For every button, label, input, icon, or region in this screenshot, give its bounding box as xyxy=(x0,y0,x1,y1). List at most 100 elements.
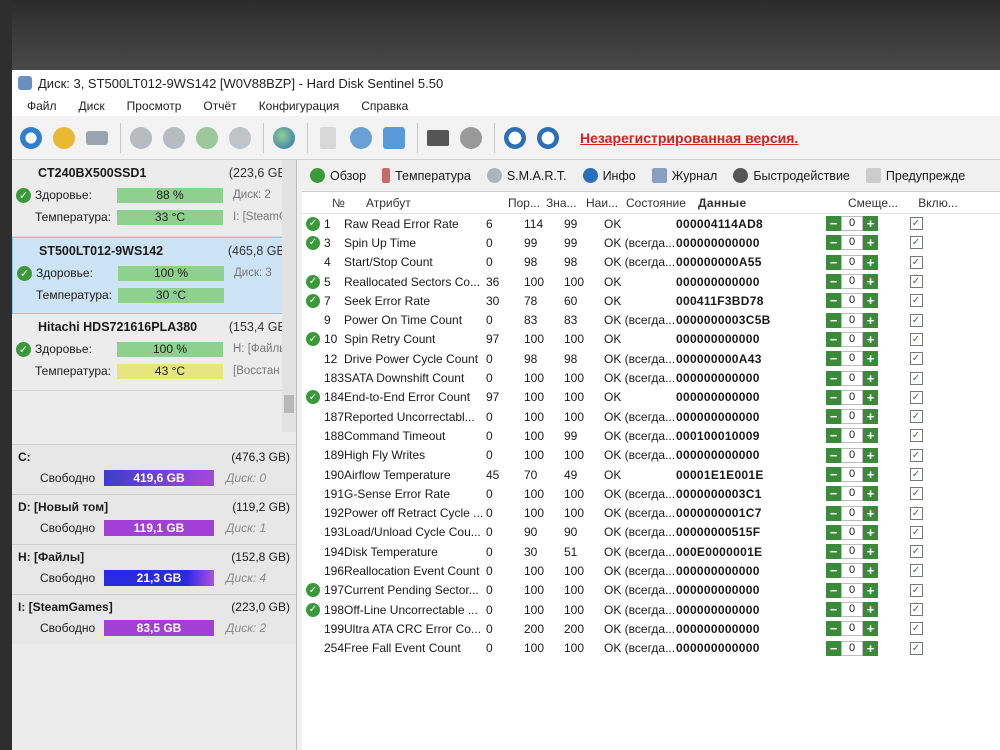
increment-button[interactable]: + xyxy=(863,467,878,482)
increment-button[interactable]: + xyxy=(863,447,878,463)
col-enabled[interactable]: Вклю... xyxy=(918,196,958,210)
partition-item[interactable]: H: [Файлы] (152,8 GB) Свободно 21,3 GB Диск… xyxy=(12,544,296,594)
tab-overview[interactable]: Обзор xyxy=(302,160,374,192)
col-attribute[interactable]: Атрибут xyxy=(366,196,508,210)
table-row[interactable]: 199 Ultra ATA CRC Error Co... 0 200 200 OK (в… xyxy=(302,619,1000,638)
disk-list-scrollbar[interactable] xyxy=(282,160,296,432)
offset-value[interactable]: 0 xyxy=(841,235,863,251)
decrement-button[interactable]: − xyxy=(826,312,841,328)
offset-value[interactable]: 0 xyxy=(841,428,863,444)
tab-smart[interactable]: S.M.A.R.T. xyxy=(479,160,575,192)
enabled-checkbox[interactable]: ✓ xyxy=(909,468,923,481)
offset-value[interactable]: 0 xyxy=(841,389,863,405)
table-row[interactable]: 190 Airflow Temperature 45 70 49 OK 00001E1E00… xyxy=(302,465,1000,484)
offset-value[interactable]: 0 xyxy=(841,370,863,386)
decrement-button[interactable]: − xyxy=(826,370,841,386)
tab-info[interactable]: Инфо xyxy=(575,160,644,192)
enabled-checkbox[interactable]: ✓ xyxy=(909,429,923,443)
decrement-button[interactable]: − xyxy=(826,389,841,405)
col-number[interactable]: № xyxy=(324,196,366,210)
table-row[interactable]: 194 Disk Temperature 0 30 51 OK (всегда... 000… xyxy=(302,542,1000,561)
decrement-button[interactable]: − xyxy=(826,351,841,367)
menu-help[interactable]: Справка xyxy=(350,99,419,113)
network-button[interactable] xyxy=(379,123,409,153)
test-button-4[interactable] xyxy=(225,123,255,153)
decrement-button[interactable]: − xyxy=(826,467,841,482)
col-data[interactable]: Данные xyxy=(698,196,848,210)
offset-value[interactable]: 0 xyxy=(841,544,863,560)
enabled-checkbox[interactable]: ✓ xyxy=(909,255,923,269)
enabled-checkbox[interactable]: ✓ xyxy=(909,275,923,289)
menu-view[interactable]: Просмотр xyxy=(116,99,193,113)
test-button-2[interactable] xyxy=(159,123,189,153)
increment-button[interactable]: + xyxy=(863,563,878,579)
enabled-checkbox[interactable]: ✓ xyxy=(909,506,923,520)
offset-value[interactable]: 0 xyxy=(841,351,863,367)
decrement-button[interactable]: − xyxy=(826,621,841,637)
enabled-checkbox[interactable]: ✓ xyxy=(909,448,923,462)
decrement-button[interactable]: − xyxy=(826,602,841,618)
table-row[interactable]: 188 Command Timeout 0 100 99 OK (всегда... 000… xyxy=(302,426,1000,445)
settings-button[interactable] xyxy=(423,123,453,153)
test-button-1[interactable] xyxy=(126,123,156,153)
increment-button[interactable]: + xyxy=(863,293,878,309)
increment-button[interactable]: + xyxy=(863,312,878,328)
col-offset[interactable]: Смеще... xyxy=(848,196,918,210)
enabled-checkbox[interactable]: ✓ xyxy=(909,622,923,636)
increment-button[interactable]: + xyxy=(863,409,878,425)
menu-config[interactable]: Конфигурация xyxy=(248,99,351,113)
table-row[interactable]: ✓ 5 Reallocated Sectors Co... 36 100 100 OK 000… xyxy=(302,272,1000,291)
table-row[interactable]: 196 Reallocation Event Count 0 100 100 OK (вс… xyxy=(302,561,1000,580)
decrement-button[interactable]: − xyxy=(826,293,841,309)
increment-button[interactable]: + xyxy=(863,621,878,637)
increment-button[interactable]: + xyxy=(863,331,878,347)
table-row[interactable]: ✓ 198 Off-Line Uncorrectable ... 0 100 100 OK … xyxy=(302,600,1000,619)
decrement-button[interactable]: − xyxy=(826,235,841,251)
refresh-button[interactable] xyxy=(16,123,46,153)
increment-button[interactable]: + xyxy=(863,602,878,618)
table-row[interactable]: 193 Load/Unload Cycle Cou... 0 90 90 OK (всег… xyxy=(302,523,1000,542)
decrement-button[interactable]: − xyxy=(826,486,841,502)
offset-value[interactable]: 0 xyxy=(841,602,863,618)
increment-button[interactable]: + xyxy=(863,486,878,502)
table-row[interactable]: ✓ 184 End-to-End Error Count 97 100 100 OK 0000… xyxy=(302,388,1000,407)
unregistered-link[interactable]: Незарегистрированная версия. xyxy=(580,130,798,146)
menu-file[interactable]: Файл xyxy=(16,99,68,113)
enabled-checkbox[interactable]: ✓ xyxy=(909,545,923,559)
decrement-button[interactable]: − xyxy=(826,524,841,540)
col-value[interactable]: Зна... xyxy=(546,196,586,210)
offset-value[interactable]: 0 xyxy=(841,331,863,347)
offset-value[interactable]: 0 xyxy=(841,274,863,290)
decrement-button[interactable]: − xyxy=(826,505,841,521)
offset-value[interactable]: 0 xyxy=(841,524,863,540)
increment-button[interactable]: + xyxy=(863,389,878,405)
offset-value[interactable]: 0 xyxy=(841,505,863,521)
table-row[interactable]: 9 Power On Time Count 0 83 83 OK (всегда... 00… xyxy=(302,310,1000,329)
increment-button[interactable]: + xyxy=(863,524,878,540)
disk-button[interactable] xyxy=(82,123,112,153)
offset-value[interactable]: 0 xyxy=(841,582,863,598)
report-button[interactable] xyxy=(313,123,343,153)
alert-button[interactable] xyxy=(49,123,79,153)
sound-button[interactable] xyxy=(456,123,486,153)
enabled-checkbox[interactable]: ✓ xyxy=(909,390,923,404)
increment-button[interactable]: + xyxy=(863,274,878,290)
decrement-button[interactable]: − xyxy=(826,563,841,579)
table-row[interactable]: ✓ 1 Raw Read Error Rate 6 114 99 OK 000004114AD… xyxy=(302,214,1000,233)
web-button[interactable] xyxy=(269,123,299,153)
table-row[interactable]: 192 Power off Retract Cycle ... 0 100 100 OK … xyxy=(302,503,1000,522)
enabled-checkbox[interactable]: ✓ xyxy=(909,410,923,424)
table-row[interactable]: ✓ 10 Spin Retry Count 97 100 100 OK 00000000000… xyxy=(302,330,1000,349)
offset-value[interactable]: 0 xyxy=(841,486,863,502)
table-row[interactable]: 12 Drive Power Cycle Count 0 98 98 OK (всегда… xyxy=(302,349,1000,368)
disk-item-hitachi[interactable]: Hitachi HDS721616PLA380 (153,4 GB) ✓ Здоро… xyxy=(12,314,296,391)
offset-value[interactable]: 0 xyxy=(841,254,863,270)
col-worst[interactable]: Наи... xyxy=(586,196,626,210)
decrement-button[interactable]: − xyxy=(826,274,841,290)
increment-button[interactable]: + xyxy=(863,351,878,367)
increment-button[interactable]: + xyxy=(863,582,878,598)
offset-value[interactable]: 0 xyxy=(841,312,863,328)
table-row[interactable]: 254 Free Fall Event Count 0 100 100 OK (всегд… xyxy=(302,639,1000,658)
table-row[interactable]: 189 High Fly Writes 0 100 100 OK (всегда... 00… xyxy=(302,446,1000,465)
decrement-button[interactable]: − xyxy=(826,640,841,656)
